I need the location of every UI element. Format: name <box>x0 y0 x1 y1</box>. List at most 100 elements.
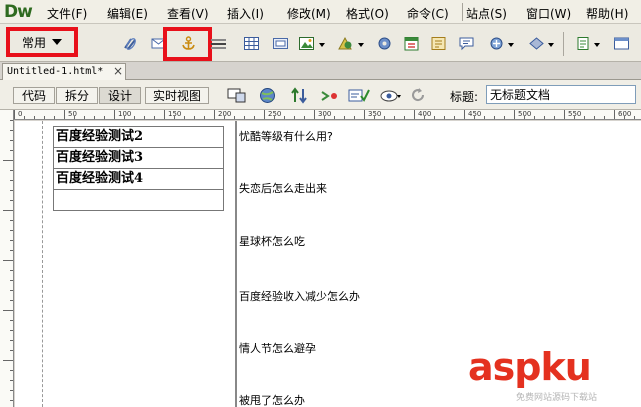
date-icon[interactable] <box>403 36 420 51</box>
menu-window[interactable]: 窗口(W) <box>526 5 571 22</box>
ruler-tick <box>464 110 465 119</box>
ruler-tick <box>504 116 505 119</box>
ruler-tick <box>10 350 13 351</box>
ruler-tick <box>10 270 13 271</box>
ruler-tick <box>3 160 13 161</box>
toolbar-separator <box>563 32 564 56</box>
menu-modify[interactable]: 修改(M) <box>287 5 331 22</box>
vertical-ruler <box>0 110 14 407</box>
ruler-tick <box>154 116 155 119</box>
ruler-tick <box>10 140 13 141</box>
ruler-tick <box>10 200 13 201</box>
ruler-tick <box>534 116 535 119</box>
refresh-icon[interactable] <box>410 87 426 104</box>
table-cell[interactable]: 百度经验测试3 <box>53 147 224 169</box>
table-cell[interactable] <box>53 189 224 211</box>
table-icon[interactable] <box>243 36 260 51</box>
category-dropdown[interactable]: 常用 <box>6 27 78 57</box>
menu-site[interactable]: 站点(S) <box>466 5 507 22</box>
menu-insert[interactable]: 插入(I) <box>227 5 264 22</box>
content-table[interactable]: 百度经验测试2 百度经验测试3 百度经验测试4 <box>53 126 224 211</box>
image-icon[interactable] <box>298 36 315 51</box>
ruler-tick <box>10 190 13 191</box>
ruler-tick <box>274 116 275 119</box>
live-view-button[interactable]: 实时视图 <box>145 87 209 104</box>
file-management-icon[interactable] <box>290 87 310 104</box>
chevron-down-icon[interactable] <box>548 43 554 47</box>
ruler-tick <box>74 116 75 119</box>
ruler-tick <box>614 110 615 119</box>
ruler-tick <box>294 116 295 119</box>
ruler-tick <box>10 250 13 251</box>
table-row[interactable]: 百度经验测试2 <box>53 126 224 148</box>
table-cell[interactable]: 百度经验测试2 <box>53 126 224 148</box>
ruler-tick <box>324 116 325 119</box>
ruler-tick <box>254 116 255 119</box>
ruler-tick <box>494 116 495 119</box>
ruler-tick <box>304 116 305 119</box>
ruler-tick <box>394 116 395 119</box>
list-item: 被甩了怎么办 <box>239 394 305 407</box>
document-tab[interactable]: Untitled-1.html* × <box>2 63 126 80</box>
menu-command[interactable]: 命令(C) <box>407 5 449 22</box>
chevron-down-icon[interactable] <box>594 43 600 47</box>
preview-browser-icon[interactable] <box>259 87 277 104</box>
chevron-down-icon[interactable] <box>508 43 514 47</box>
ruler-tick <box>404 116 405 119</box>
table-row[interactable]: 百度经验测试3 <box>53 147 224 169</box>
chevron-down-icon <box>52 39 62 45</box>
ruler-tick <box>194 116 195 119</box>
layout-guide <box>42 121 43 407</box>
document-tab-label: Untitled-1.html* <box>7 66 104 77</box>
code-view-button[interactable]: 代码 <box>13 87 55 104</box>
menu-help[interactable]: 帮助(H) <box>586 5 628 22</box>
ruler-tick <box>214 110 215 119</box>
split-view-button[interactable]: 拆分 <box>56 87 98 104</box>
visual-aids-icon[interactable] <box>380 87 402 104</box>
comment-icon[interactable] <box>458 36 475 51</box>
chevron-down-icon[interactable] <box>358 43 364 47</box>
template-icon[interactable] <box>488 36 505 51</box>
menu-edit[interactable]: 编辑(E) <box>107 5 148 22</box>
ruler-tick <box>574 116 575 119</box>
ruler-tick <box>34 116 35 119</box>
multiscreen-icon[interactable] <box>227 87 247 104</box>
head-icon[interactable] <box>376 36 393 51</box>
menu-separator <box>462 3 463 21</box>
menu-view[interactable]: 查看(V) <box>167 5 209 22</box>
close-icon[interactable]: × <box>113 64 123 78</box>
ruler-tick <box>444 116 445 119</box>
div-icon[interactable] <box>272 36 289 51</box>
ruler-tick <box>434 116 435 119</box>
media-icon[interactable] <box>337 36 354 51</box>
ruler-tick <box>124 116 125 119</box>
tag-chooser-icon[interactable] <box>528 36 545 51</box>
ruler-tick <box>10 150 13 151</box>
server-include-icon[interactable] <box>430 36 447 51</box>
table-row[interactable] <box>53 189 224 211</box>
table-cell[interactable]: 百度经验测试4 <box>53 168 224 190</box>
ruler-tick <box>234 116 235 119</box>
ruler-tick <box>10 300 13 301</box>
ruler-tick <box>224 116 225 119</box>
title-input[interactable] <box>486 85 636 104</box>
ruler-tick <box>84 116 85 119</box>
ruler-tick <box>10 320 13 321</box>
ruler-tick <box>514 110 515 119</box>
ruler-tick <box>634 116 635 119</box>
menu-format[interactable]: 格式(O) <box>346 5 389 22</box>
hyperlink-icon[interactable] <box>122 36 139 51</box>
validate-icon[interactable] <box>348 87 370 104</box>
menu-file[interactable]: 文件(F) <box>47 5 87 22</box>
chevron-down-icon[interactable] <box>319 43 325 47</box>
ruler-tick <box>10 240 13 241</box>
table-row[interactable]: 百度经验测试4 <box>53 168 224 190</box>
ruler-tick <box>164 110 165 119</box>
debug-icon[interactable] <box>320 87 340 104</box>
dreamweaver-logo: Dw <box>4 2 33 22</box>
page-icon[interactable] <box>575 36 592 51</box>
design-view-button[interactable]: 设计 <box>99 87 141 104</box>
snippet-icon[interactable] <box>613 36 630 51</box>
horizontal-rule-icon[interactable] <box>210 36 227 51</box>
ruler-tick <box>54 116 55 119</box>
